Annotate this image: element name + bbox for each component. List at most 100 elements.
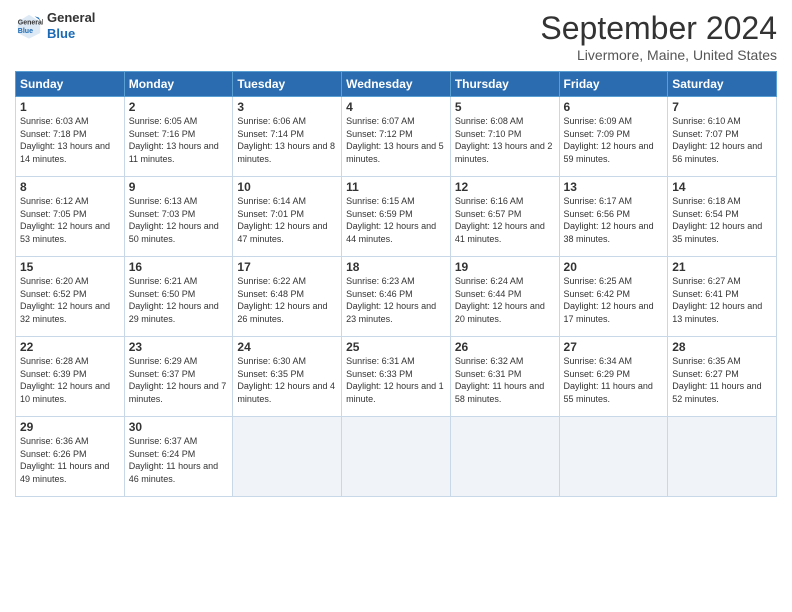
- calendar-week-row: 29 Sunrise: 6:36 AM Sunset: 6:26 PM Dayl…: [16, 417, 777, 497]
- day-number: 19: [455, 260, 555, 274]
- day-number: 14: [672, 180, 772, 194]
- col-monday: Monday: [124, 72, 233, 97]
- day-info: Sunrise: 6:31 AM Sunset: 6:33 PM Dayligh…: [346, 355, 446, 405]
- day-info: Sunrise: 6:15 AM Sunset: 6:59 PM Dayligh…: [346, 195, 446, 245]
- table-row: [342, 417, 451, 497]
- calendar-container: General Blue General Blue September 2024…: [0, 0, 792, 507]
- table-row: 5 Sunrise: 6:08 AM Sunset: 7:10 PM Dayli…: [450, 97, 559, 177]
- col-saturday: Saturday: [668, 72, 777, 97]
- header-row-days: Sunday Monday Tuesday Wednesday Thursday…: [16, 72, 777, 97]
- table-row: 12 Sunrise: 6:16 AM Sunset: 6:57 PM Dayl…: [450, 177, 559, 257]
- day-info: Sunrise: 6:09 AM Sunset: 7:09 PM Dayligh…: [564, 115, 664, 165]
- day-info: Sunrise: 6:21 AM Sunset: 6:50 PM Dayligh…: [129, 275, 229, 325]
- col-friday: Friday: [559, 72, 668, 97]
- day-info: Sunrise: 6:34 AM Sunset: 6:29 PM Dayligh…: [564, 355, 664, 405]
- day-number: 17: [237, 260, 337, 274]
- day-number: 30: [129, 420, 229, 434]
- day-info: Sunrise: 6:08 AM Sunset: 7:10 PM Dayligh…: [455, 115, 555, 165]
- table-row: 13 Sunrise: 6:17 AM Sunset: 6:56 PM Dayl…: [559, 177, 668, 257]
- table-row: 30 Sunrise: 6:37 AM Sunset: 6:24 PM Dayl…: [124, 417, 233, 497]
- table-row: 14 Sunrise: 6:18 AM Sunset: 6:54 PM Dayl…: [668, 177, 777, 257]
- day-info: Sunrise: 6:03 AM Sunset: 7:18 PM Dayligh…: [20, 115, 120, 165]
- day-number: 23: [129, 340, 229, 354]
- table-row: 18 Sunrise: 6:23 AM Sunset: 6:46 PM Dayl…: [342, 257, 451, 337]
- day-number: 21: [672, 260, 772, 274]
- location: Livermore, Maine, United States: [540, 47, 777, 63]
- table-row: 23 Sunrise: 6:29 AM Sunset: 6:37 PM Dayl…: [124, 337, 233, 417]
- day-number: 22: [20, 340, 120, 354]
- day-number: 11: [346, 180, 446, 194]
- day-info: Sunrise: 6:07 AM Sunset: 7:12 PM Dayligh…: [346, 115, 446, 165]
- day-info: Sunrise: 6:20 AM Sunset: 6:52 PM Dayligh…: [20, 275, 120, 325]
- day-info: Sunrise: 6:14 AM Sunset: 7:01 PM Dayligh…: [237, 195, 337, 245]
- calendar-week-row: 15 Sunrise: 6:20 AM Sunset: 6:52 PM Dayl…: [16, 257, 777, 337]
- table-row: 20 Sunrise: 6:25 AM Sunset: 6:42 PM Dayl…: [559, 257, 668, 337]
- table-row: 26 Sunrise: 6:32 AM Sunset: 6:31 PM Dayl…: [450, 337, 559, 417]
- svg-text:Blue: Blue: [18, 28, 33, 35]
- table-row: 28 Sunrise: 6:35 AM Sunset: 6:27 PM Dayl…: [668, 337, 777, 417]
- table-row: 17 Sunrise: 6:22 AM Sunset: 6:48 PM Dayl…: [233, 257, 342, 337]
- table-row: 24 Sunrise: 6:30 AM Sunset: 6:35 PM Dayl…: [233, 337, 342, 417]
- day-number: 3: [237, 100, 337, 114]
- logo-text: General Blue: [47, 10, 95, 41]
- table-row: 2 Sunrise: 6:05 AM Sunset: 7:16 PM Dayli…: [124, 97, 233, 177]
- day-info: Sunrise: 6:25 AM Sunset: 6:42 PM Dayligh…: [564, 275, 664, 325]
- day-info: Sunrise: 6:06 AM Sunset: 7:14 PM Dayligh…: [237, 115, 337, 165]
- day-number: 2: [129, 100, 229, 114]
- table-row: 1 Sunrise: 6:03 AM Sunset: 7:18 PM Dayli…: [16, 97, 125, 177]
- col-wednesday: Wednesday: [342, 72, 451, 97]
- day-info: Sunrise: 6:17 AM Sunset: 6:56 PM Dayligh…: [564, 195, 664, 245]
- day-number: 8: [20, 180, 120, 194]
- table-row: 25 Sunrise: 6:31 AM Sunset: 6:33 PM Dayl…: [342, 337, 451, 417]
- logo-icon: General Blue: [15, 12, 43, 40]
- day-info: Sunrise: 6:16 AM Sunset: 6:57 PM Dayligh…: [455, 195, 555, 245]
- table-row: 15 Sunrise: 6:20 AM Sunset: 6:52 PM Dayl…: [16, 257, 125, 337]
- day-info: Sunrise: 6:22 AM Sunset: 6:48 PM Dayligh…: [237, 275, 337, 325]
- col-tuesday: Tuesday: [233, 72, 342, 97]
- day-info: Sunrise: 6:27 AM Sunset: 6:41 PM Dayligh…: [672, 275, 772, 325]
- day-number: 18: [346, 260, 446, 274]
- table-row: [559, 417, 668, 497]
- title-section: September 2024 Livermore, Maine, United …: [540, 10, 777, 63]
- calendar-week-row: 22 Sunrise: 6:28 AM Sunset: 6:39 PM Dayl…: [16, 337, 777, 417]
- day-info: Sunrise: 6:35 AM Sunset: 6:27 PM Dayligh…: [672, 355, 772, 405]
- day-number: 27: [564, 340, 664, 354]
- day-number: 4: [346, 100, 446, 114]
- logo-line1: General: [47, 10, 95, 26]
- day-number: 7: [672, 100, 772, 114]
- calendar-week-row: 1 Sunrise: 6:03 AM Sunset: 7:18 PM Dayli…: [16, 97, 777, 177]
- col-thursday: Thursday: [450, 72, 559, 97]
- table-row: 11 Sunrise: 6:15 AM Sunset: 6:59 PM Dayl…: [342, 177, 451, 257]
- day-info: Sunrise: 6:32 AM Sunset: 6:31 PM Dayligh…: [455, 355, 555, 405]
- table-row: 22 Sunrise: 6:28 AM Sunset: 6:39 PM Dayl…: [16, 337, 125, 417]
- day-info: Sunrise: 6:18 AM Sunset: 6:54 PM Dayligh…: [672, 195, 772, 245]
- day-number: 28: [672, 340, 772, 354]
- day-number: 6: [564, 100, 664, 114]
- day-number: 9: [129, 180, 229, 194]
- day-info: Sunrise: 6:23 AM Sunset: 6:46 PM Dayligh…: [346, 275, 446, 325]
- day-number: 26: [455, 340, 555, 354]
- day-number: 10: [237, 180, 337, 194]
- day-info: Sunrise: 6:28 AM Sunset: 6:39 PM Dayligh…: [20, 355, 120, 405]
- day-number: 16: [129, 260, 229, 274]
- table-row: 4 Sunrise: 6:07 AM Sunset: 7:12 PM Dayli…: [342, 97, 451, 177]
- table-row: 27 Sunrise: 6:34 AM Sunset: 6:29 PM Dayl…: [559, 337, 668, 417]
- table-row: 8 Sunrise: 6:12 AM Sunset: 7:05 PM Dayli…: [16, 177, 125, 257]
- logo-line2: Blue: [47, 26, 95, 42]
- day-number: 13: [564, 180, 664, 194]
- table-row: 3 Sunrise: 6:06 AM Sunset: 7:14 PM Dayli…: [233, 97, 342, 177]
- table-row: 29 Sunrise: 6:36 AM Sunset: 6:26 PM Dayl…: [16, 417, 125, 497]
- table-row: 9 Sunrise: 6:13 AM Sunset: 7:03 PM Dayli…: [124, 177, 233, 257]
- day-info: Sunrise: 6:12 AM Sunset: 7:05 PM Dayligh…: [20, 195, 120, 245]
- table-row: [668, 417, 777, 497]
- table-row: 16 Sunrise: 6:21 AM Sunset: 6:50 PM Dayl…: [124, 257, 233, 337]
- day-number: 29: [20, 420, 120, 434]
- day-info: Sunrise: 6:13 AM Sunset: 7:03 PM Dayligh…: [129, 195, 229, 245]
- col-sunday: Sunday: [16, 72, 125, 97]
- calendar-table: Sunday Monday Tuesday Wednesday Thursday…: [15, 71, 777, 497]
- day-info: Sunrise: 6:37 AM Sunset: 6:24 PM Dayligh…: [129, 435, 229, 485]
- day-info: Sunrise: 6:10 AM Sunset: 7:07 PM Dayligh…: [672, 115, 772, 165]
- day-info: Sunrise: 6:24 AM Sunset: 6:44 PM Dayligh…: [455, 275, 555, 325]
- svg-text:General: General: [18, 19, 43, 26]
- day-info: Sunrise: 6:30 AM Sunset: 6:35 PM Dayligh…: [237, 355, 337, 405]
